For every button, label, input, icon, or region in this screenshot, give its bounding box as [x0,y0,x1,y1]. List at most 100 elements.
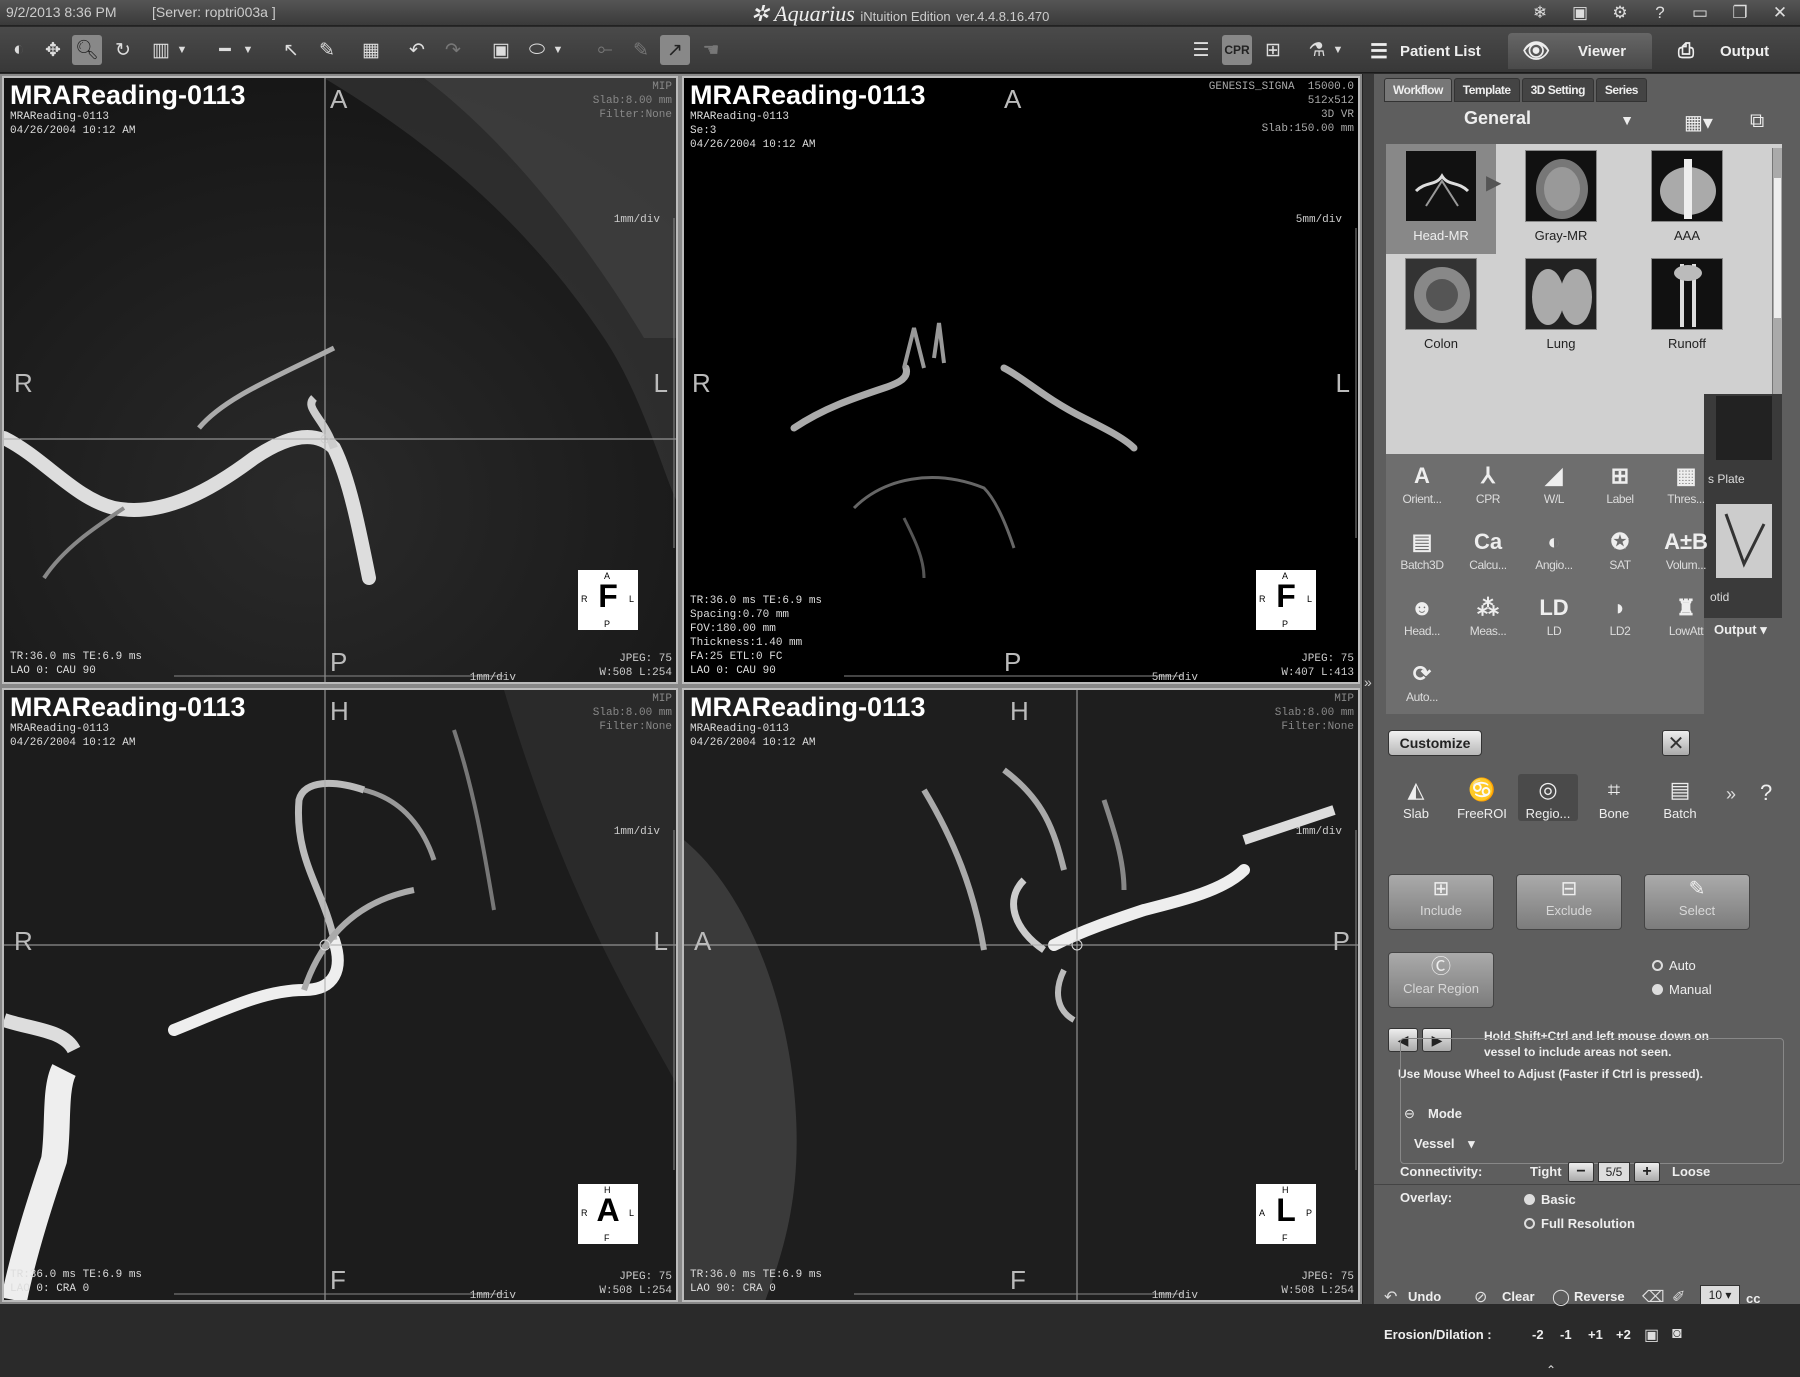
protocol-category-select[interactable]: General ▼ [1464,108,1634,134]
orientation-cube[interactable]: F A R L P [1256,570,1316,630]
restore-icon[interactable]: ❐ [1728,2,1752,24]
thumbnail-colon[interactable]: Colon [1386,252,1496,362]
erosion-step-button[interactable]: +1 [1588,1327,1603,1342]
rotate-icon[interactable]: ↻ [108,35,138,65]
window-level-icon[interactable]: ◐ [4,35,34,65]
frame-icon[interactable]: ▣ [486,35,516,65]
connectivity-increase-button[interactable]: + [1634,1162,1660,1182]
filter-dropdown-icon[interactable]: ▼ [1330,35,1346,65]
popup-tool-batch3d[interactable]: ▤ Batch3D [1390,526,1454,586]
measure-dropdown-icon[interactable]: ▼ [240,35,256,65]
include-button[interactable]: ⊞ Include [1388,874,1494,930]
tool-extra2-icon[interactable]: ✎ [626,35,656,65]
tab-output[interactable]: ⎙ Output [1664,33,1783,69]
help-icon[interactable]: ? [1760,780,1772,806]
list-view-icon[interactable]: ☰ [1186,35,1216,65]
tab-series[interactable]: Series [1595,78,1647,102]
reverse-icon[interactable]: ◯ [1552,1287,1570,1307]
tab-patient-list[interactable]: ☰ Patient List [1356,33,1495,69]
cc-select[interactable]: 10 ▾ [1700,1285,1740,1305]
minimize-icon[interactable]: ▭ [1688,2,1712,24]
collapse-up-icon[interactable]: ⌃ [1546,1363,1556,1377]
tool-extra4-icon[interactable]: ☚ [696,35,726,65]
settings-gear-icon[interactable]: ⚙ [1608,2,1632,24]
popup-tool-meas[interactable]: ⁂ Meas... [1456,592,1520,652]
reverse-button[interactable]: Reverse [1574,1289,1625,1304]
clear-button[interactable]: Clear [1502,1289,1535,1304]
viewport-top-right[interactable]: MRAReading-0113 MRAReading-0113 Se:3 04/… [682,76,1360,684]
popup-tool-auto[interactable]: ⟳ Auto... [1390,658,1454,718]
shape-dropdown-icon[interactable]: ▼ [550,35,566,65]
output-small-label[interactable]: Output ▾ [1714,622,1767,638]
pencil-icon[interactable]: ✎ [312,35,342,65]
popup-tool-sat[interactable]: ✪ SAT [1588,526,1652,586]
popup-tool-ld2[interactable]: ◗ LD2 [1588,592,1652,652]
shape-icon[interactable]: ⬭ [522,35,552,65]
erosion-step-button[interactable]: -1 [1560,1327,1572,1342]
orientation-cube[interactable]: F A R L P [578,570,638,630]
tab-3d-setting[interactable]: 3D Setting [1521,78,1594,102]
help-icon[interactable]: ? [1648,2,1672,24]
thumbnail-runoff[interactable]: Runoff [1632,252,1742,362]
erosion-mode-icon[interactable]: ▣ [1644,1325,1659,1345]
popup-tool-lowatt[interactable]: ♜ LowAtt [1654,592,1718,652]
popup-tool-thres[interactable]: ▦ Thres... [1654,460,1718,520]
scrollbar-thumb[interactable] [1774,178,1781,318]
tab-viewer[interactable]: 👁︎ Viewer [1508,33,1652,69]
popup-tool-calcu[interactable]: Ca Calcu... [1456,526,1520,586]
tool-bone[interactable]: ⌗ Bone [1584,774,1644,821]
layout-icon[interactable]: ▦ [356,35,386,65]
mode-select[interactable]: Vessel ▾ [1414,1136,1475,1152]
clip-dropdown-icon[interactable]: ▼ [174,35,190,65]
more-tools-icon[interactable]: » [1726,784,1736,805]
copy-icon[interactable]: ⧉ [1750,110,1764,133]
radio-manual[interactable]: Manual [1652,982,1712,997]
pointer-icon[interactable]: ↖ [276,35,306,65]
save-icon[interactable]: ▣ [1568,2,1592,24]
cpr-toggle-button[interactable]: CPR [1222,35,1252,65]
close-popup-button[interactable]: ✕ [1662,730,1690,756]
connectivity-decrease-button[interactable]: − [1568,1162,1594,1182]
radio-auto[interactable]: Auto [1652,958,1696,973]
clear-region-button[interactable]: Ⓒ Clear Region [1388,952,1494,1008]
close-icon[interactable]: ✕ [1768,2,1792,24]
viewport-bottom-left[interactable]: MRAReading-0113 MRAReading-0113 04/26/20… [2,688,678,1302]
orientation-cube[interactable]: A H R L F [578,1184,638,1244]
tool-extra3-icon[interactable]: ↗ [660,35,690,65]
zoom-icon[interactable]: 🔍︎ [72,35,102,65]
popup-tool-orient[interactable]: A Orient... [1390,460,1454,520]
add-viewport-icon[interactable]: ⊞ [1258,35,1288,65]
tool-batch[interactable]: ▤ Batch [1650,774,1710,821]
undo-button[interactable]: Undo [1408,1289,1441,1304]
collapse-icon[interactable]: ⊖ [1404,1106,1415,1122]
thumbnail-head-mr[interactable]: Head-MR [1386,144,1496,254]
popup-tool-label[interactable]: ⊞ Label [1588,460,1652,520]
dilation-mode-icon[interactable]: ◙ [1672,1325,1682,1343]
popup-tool-cpr[interactable]: ⅄ CPR [1456,460,1520,520]
tool-extra1-icon[interactable]: ⟜ [590,35,620,65]
popup-tool-angio[interactable]: ◐ Angio... [1522,526,1586,586]
tool-region[interactable]: ◎ Regio... [1518,774,1578,821]
tool-freeroi[interactable]: ♋ FreeROI [1452,774,1512,821]
tool-slab[interactable]: ◭ Slab [1386,774,1446,821]
eraser-icon[interactable]: ⌫ [1642,1287,1665,1307]
select-button[interactable]: ✎ Select [1644,874,1750,930]
tab-template[interactable]: Template [1453,78,1520,102]
network-icon[interactable]: ❄ [1528,2,1552,24]
tab-workflow[interactable]: Workflow [1384,78,1452,102]
viewport-top-left[interactable]: MRAReading-0113 MRAReading-0113 04/26/20… [2,76,678,684]
erosion-step-button[interactable]: +2 [1616,1327,1631,1342]
popup-tool-wl[interactable]: ◢ W/L [1522,460,1586,520]
expand-chevron-icon[interactable]: » [1364,674,1372,690]
thumbnail-lung[interactable]: Lung [1506,252,1616,362]
undo-icon[interactable]: ↶ [402,35,432,65]
measure-icon[interactable]: ━ [210,35,240,65]
erosion-step-button[interactable]: -2 [1532,1327,1544,1342]
viewport-bottom-right[interactable]: MRAReading-0113 MRAReading-0113 04/26/20… [682,688,1360,1302]
grid-view-icon[interactable]: ▦▾ [1684,110,1713,135]
clip-icon[interactable]: ▥ [146,35,176,65]
undo-icon[interactable]: ↶ [1384,1287,1397,1307]
filter-icon[interactable]: ⚗ [1302,35,1332,65]
clear-icon[interactable]: ⊘ [1474,1287,1487,1307]
customize-button[interactable]: Customize [1388,730,1482,756]
